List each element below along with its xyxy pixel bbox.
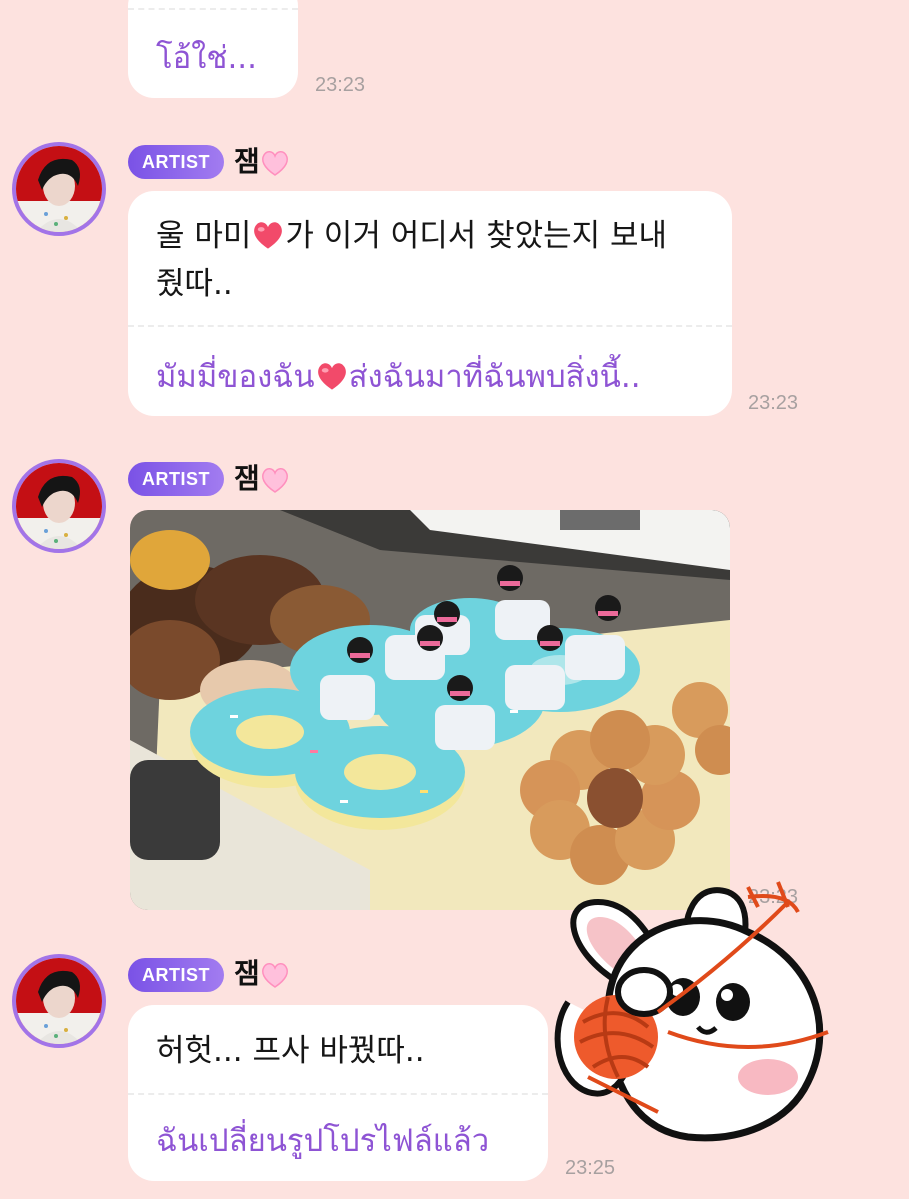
message-original: 울 마미 가 이거 어디서 찾았는지 보내 줬따..: [156, 212, 716, 308]
avatar-image: [16, 463, 102, 549]
message-translation: ฉันเปลี่ยนรูปโปรไฟล์แล้ว: [156, 1123, 490, 1159]
message-timestamp: 23:23: [315, 74, 366, 96]
donut-photo-image: [130, 510, 730, 910]
donut-photo[interactable]: [130, 510, 730, 910]
avatar[interactable]: [12, 459, 106, 553]
message-bubble[interactable]: 허헛... 프사 바꿨따.. ฉันเปลี่ยนรูปโปรไฟล์แล้ว: [128, 1005, 548, 1181]
sender-name[interactable]: 잼: [234, 462, 290, 496]
message-timestamp: 23:23: [748, 392, 799, 414]
pink-heart-icon: [261, 151, 288, 176]
bubble-separator: [128, 8, 298, 10]
translation-text-part1: มัมมี่ของฉัน: [156, 359, 315, 395]
artist-badge: ARTIST: [128, 958, 224, 992]
original-text-part1: 울 마미: [156, 218, 252, 254]
message-bubble[interactable]: โอ้ใช่...: [128, 0, 298, 98]
pink-heart-icon: [261, 963, 288, 988]
bubble-separator: [128, 1093, 548, 1095]
original-text-line2: 줬따..: [156, 266, 233, 302]
message-original: 허헛... 프사 바꿨따..: [156, 1033, 425, 1069]
artist-badge: ARTIST: [128, 462, 224, 496]
red-heart-icon: [317, 362, 346, 390]
avatar-image: [16, 146, 102, 232]
sender-name[interactable]: 잼: [234, 957, 290, 991]
sender-name-text: 잼: [234, 957, 260, 990]
avatar-image: [16, 958, 102, 1044]
message-timestamp: 23:25: [565, 1157, 616, 1179]
translation-text-part2: ส่งฉันมาที่ฉันพบสิ่งนี้..: [348, 359, 641, 395]
pink-heart-icon: [261, 468, 288, 493]
avatar[interactable]: [12, 142, 106, 236]
bunny-yarn-sticker[interactable]: [548, 862, 848, 1152]
red-heart-icon: [254, 221, 283, 249]
avatar[interactable]: [12, 954, 106, 1048]
artist-badge: ARTIST: [128, 145, 224, 179]
message-translation: โอ้ใช่...: [156, 40, 258, 76]
original-text-part2: 가 이거 어디서 찾았는지 보내: [285, 218, 668, 254]
sender-name[interactable]: 잼: [234, 145, 290, 179]
bubble-separator: [128, 325, 732, 327]
message-bubble[interactable]: 울 마미 가 이거 어디서 찾았는지 보내 줬따.. มัมมี่ของฉัน ส่…: [128, 191, 732, 416]
sender-name-text: 잼: [234, 462, 260, 495]
message-translation: มัมมี่ของฉัน ส่งฉันมาที่ฉันพบสิ่งนี้..: [156, 355, 641, 399]
bunny-sticker-image: [554, 881, 829, 1142]
sender-name-text: 잼: [234, 145, 260, 178]
